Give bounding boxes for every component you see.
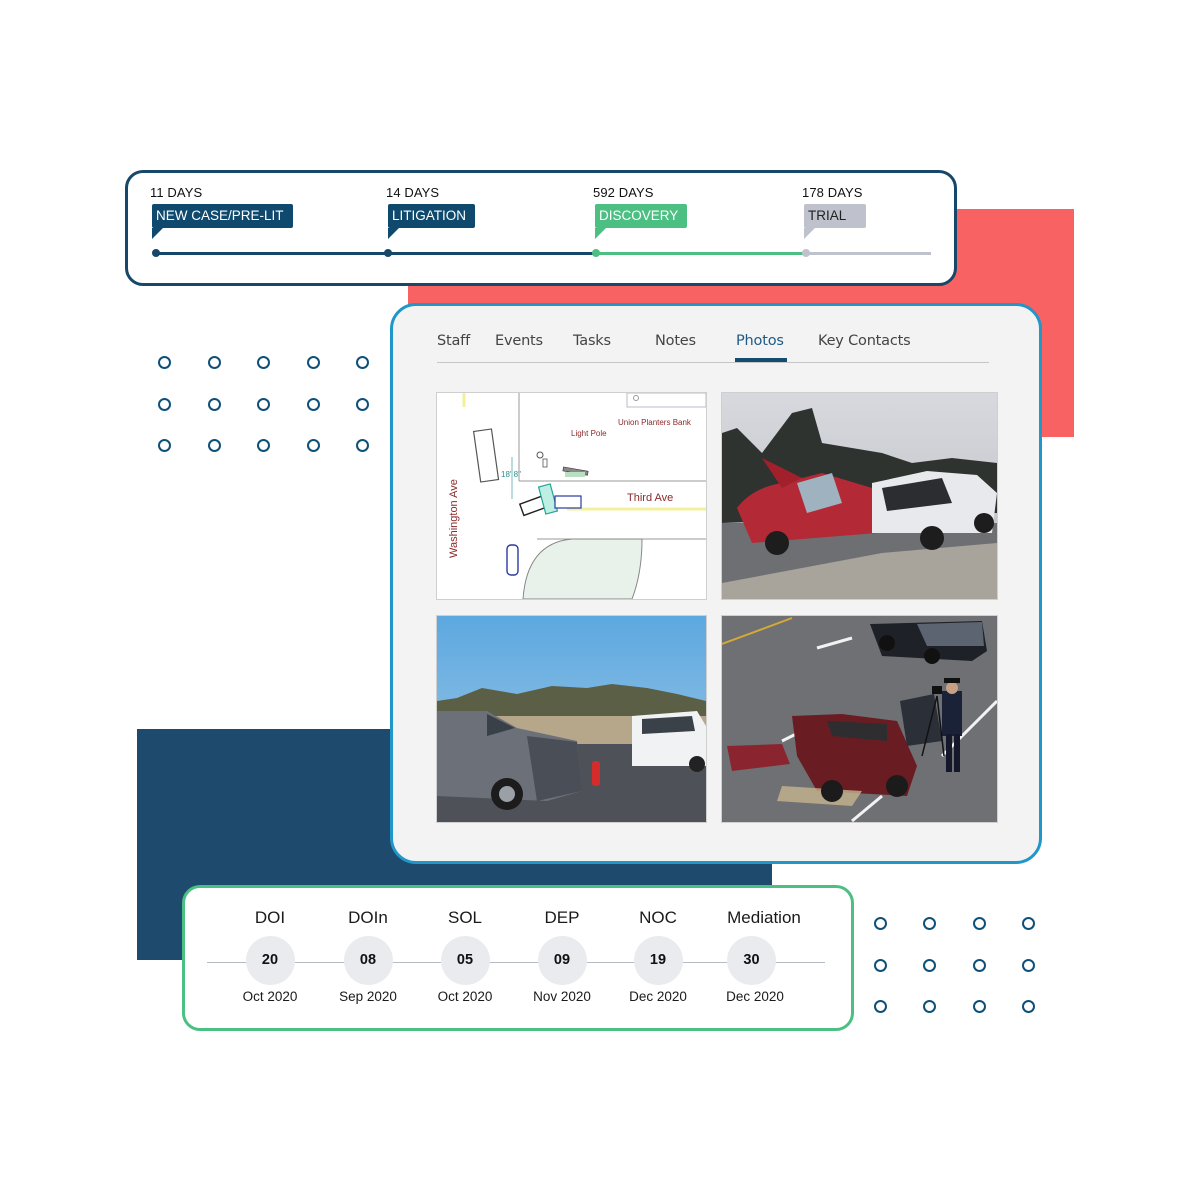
decorative-ring-dot: [356, 356, 369, 369]
key-date-month: Nov 2020: [533, 989, 591, 1004]
key-dates-timeline: DOI 20 Oct 2020 DOIn 08 Sep 2020 SOL 05 …: [182, 885, 854, 1031]
phase-days: 178 DAYS: [802, 185, 863, 200]
case-details-panel: Staff Events Tasks Notes Photos Key Cont…: [390, 303, 1042, 864]
key-date-month: Oct 2020: [242, 989, 298, 1004]
svg-text:Washington Ave: Washington Ave: [448, 479, 460, 558]
phase-days: 11 DAYS: [150, 185, 203, 200]
decorative-ring-dot: [923, 917, 937, 930]
decorative-ring-dot: [972, 917, 986, 930]
tab-events[interactable]: Events: [495, 333, 543, 349]
key-date-day: 09: [537, 936, 587, 985]
accident-diagram-graphic: Washington Ave Third Ave Union Planters …: [437, 393, 706, 599]
tab-photos[interactable]: Photos: [736, 333, 784, 349]
tab-notes[interactable]: Notes: [655, 333, 696, 349]
svg-text:18' 8": 18' 8": [501, 470, 521, 479]
key-date-day: 19: [633, 936, 683, 985]
decorative-ring-dot: [972, 1000, 986, 1013]
phase-days: 14 DAYS: [386, 185, 440, 200]
active-tab-indicator: [735, 358, 787, 362]
phase-label-tag: LITIGATION: [388, 204, 476, 239]
key-date-label: DOI: [254, 908, 286, 927]
key-date-month: Sep 2020: [339, 989, 397, 1004]
tab-tasks[interactable]: Tasks: [573, 333, 611, 349]
phase-progress-line-upcoming: [806, 252, 931, 255]
photo-crash-officer-scene[interactable]: [721, 615, 998, 823]
decorative-ring-dot: [923, 958, 937, 972]
decorative-ring-dot: [1021, 1000, 1035, 1013]
decorative-ring-dot: [306, 439, 320, 452]
decorative-ring-dot: [306, 397, 320, 411]
decorative-ring-dot: [257, 356, 270, 369]
case-phase-timeline: 11 DAYS NEW CASE/PRE-LIT 14 DAYS LITIGAT…: [125, 170, 957, 286]
decorative-ring-dot: [874, 958, 887, 972]
decorative-ring-dot: [923, 1000, 937, 1013]
decorative-ring-dot: [257, 397, 270, 411]
tab-staff[interactable]: Staff: [437, 333, 470, 349]
phase-trial[interactable]: 178 DAYS TRIAL: [802, 185, 867, 239]
decorative-ring-dot: [1021, 917, 1035, 930]
key-date-month: Oct 2020: [437, 989, 493, 1004]
phase-discovery[interactable]: 592 DAYS DISCOVERY: [593, 185, 688, 239]
phase-label-tag: TRIAL: [804, 204, 867, 239]
decorative-ring-dot: [158, 356, 171, 369]
phase-label-tag: DISCOVERY: [595, 204, 688, 239]
panel-tab-bar: Staff Events Tasks Notes Photos Key Cont…: [437, 328, 989, 363]
key-date-label: DOIn: [348, 908, 388, 927]
decorative-ring-dot: [306, 356, 320, 369]
phase-marker-new-case: [152, 249, 160, 257]
decorative-ring-dot: [874, 1000, 887, 1013]
phase-label-tag: NEW CASE/PRE-LIT: [152, 204, 293, 239]
key-date-label: DEP: [544, 908, 580, 927]
phase-new-case[interactable]: 11 DAYS NEW CASE/PRE-LIT: [150, 185, 293, 239]
decorative-ring-dot: [356, 439, 369, 452]
phase-litigation[interactable]: 14 DAYS LITIGATION: [386, 185, 476, 239]
decorative-dot-grid-left: [158, 356, 406, 481]
crash-photo-graphic: [722, 616, 997, 822]
photo-accident-diagram[interactable]: Washington Ave Third Ave Union Planters …: [436, 392, 707, 600]
decorative-ring-dot: [874, 917, 887, 930]
decorative-dot-grid-right: [874, 917, 1071, 1042]
decorative-ring-dot: [207, 397, 221, 411]
key-date-label: SOL: [447, 908, 483, 927]
svg-text:Union Planters Bank: Union Planters Bank: [618, 418, 692, 427]
phase-progress-line-current: [596, 252, 806, 255]
key-date-day: 05: [440, 936, 490, 985]
decorative-ring-dot: [158, 397, 171, 411]
key-date-day: 30: [727, 936, 776, 985]
decorative-ring-dot: [257, 439, 270, 452]
phase-marker-trial: [802, 249, 810, 257]
key-date-dep[interactable]: DEP 09 Nov 2020: [507, 908, 617, 1004]
key-date-day: 08: [343, 936, 393, 985]
decorative-ring-dot: [1021, 958, 1035, 972]
key-date-day: 20: [245, 936, 295, 985]
key-date-label: NOC: [639, 908, 677, 927]
crash-photo-graphic: [437, 616, 706, 822]
phase-marker-discovery: [592, 249, 600, 257]
decorative-ring-dot: [356, 397, 369, 411]
key-date-month: Dec 2020: [726, 989, 784, 1004]
svg-text:Light Pole: Light Pole: [571, 429, 607, 438]
decorative-ring-dot: [972, 958, 986, 972]
crash-photo-graphic: [722, 393, 997, 599]
phase-days: 592 DAYS: [593, 185, 654, 200]
phase-progress-line-complete: [155, 252, 596, 255]
phase-marker-litigation: [384, 249, 392, 257]
decorative-ring-dot: [158, 439, 171, 452]
decorative-ring-dot: [207, 356, 221, 369]
key-date-doi[interactable]: DOI 20 Oct 2020: [215, 908, 325, 1004]
key-date-sol[interactable]: SOL 05 Oct 2020: [410, 908, 520, 1004]
tab-key-contacts[interactable]: Key Contacts: [818, 333, 911, 349]
key-date-doin[interactable]: DOIn 08 Sep 2020: [313, 908, 423, 1004]
key-date-mediation[interactable]: Mediation 30 Dec 2020: [709, 908, 819, 1004]
key-date-label: Mediation: [727, 908, 801, 927]
decorative-ring-dot: [207, 439, 221, 452]
svg-text:Third Ave: Third Ave: [627, 492, 673, 504]
photo-crash-suv-pickup[interactable]: [436, 615, 707, 823]
photo-crash-red-sedan-pickup[interactable]: [721, 392, 998, 600]
